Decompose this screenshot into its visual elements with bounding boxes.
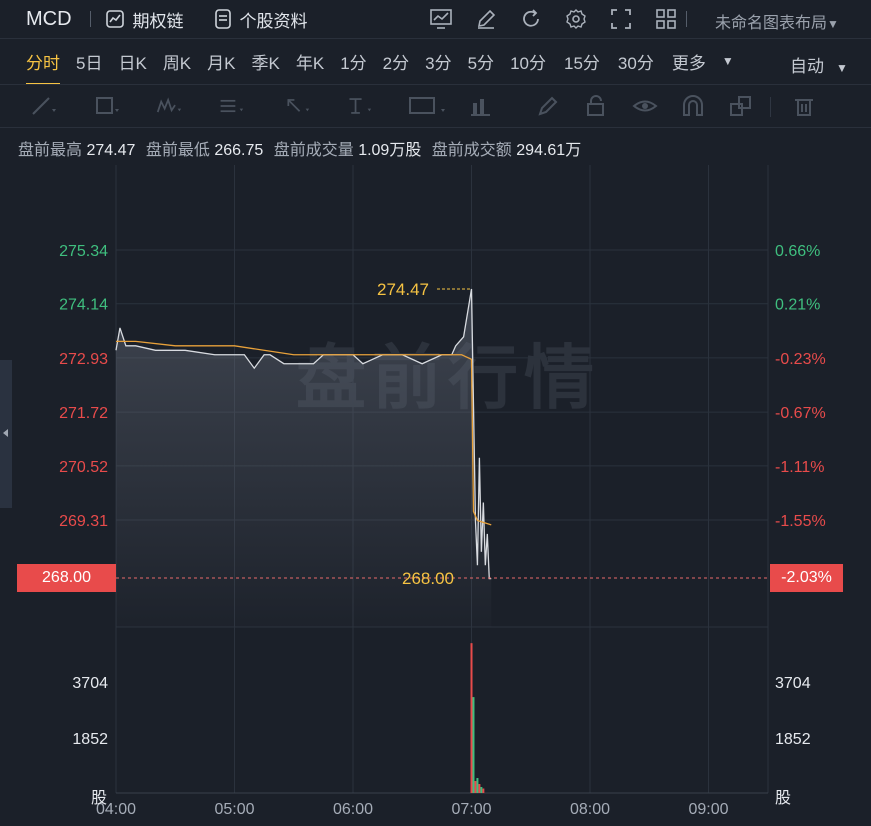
percent-axis-label: -1.55% — [775, 513, 826, 530]
volume-bar — [474, 781, 477, 793]
last-marker: 268.00 — [402, 569, 454, 588]
volume-axis-label: 3704 — [775, 675, 811, 692]
volume-unit-left: 股 — [91, 790, 108, 807]
price-axis-label: 275.34 — [59, 243, 108, 260]
percent-axis-label: 0.66% — [775, 243, 820, 260]
percent-axis-label: -1.11% — [775, 459, 825, 476]
percent-axis-label: -0.67% — [775, 405, 826, 422]
time-axis-label: 07:00 — [451, 801, 491, 818]
price-chart[interactable]: 275.34 274.14 272.93 271.72 270.52 269.31 0.66… — [0, 0, 871, 826]
percent-axis-label: -0.23% — [775, 351, 826, 368]
price-axis-label: 270.52 — [59, 459, 108, 476]
volume-bar — [476, 778, 479, 793]
volume-unit-right: 股 — [775, 790, 792, 807]
price-axis-label: 269.31 — [59, 513, 108, 530]
time-axis-label: 09:00 — [688, 801, 728, 818]
volume-bar — [480, 787, 483, 793]
price-axis-label: 272.93 — [59, 351, 108, 368]
volume-axis-label: 3704 — [72, 675, 108, 692]
percent-axis-label: 0.21% — [775, 297, 820, 314]
volume-axis-label: 1852 — [72, 731, 108, 748]
volume-axis-label: 1852 — [775, 731, 811, 748]
time-axis-label: 06:00 — [333, 801, 373, 818]
current-price-tag: 268.00 — [17, 564, 116, 592]
volume-bar — [470, 643, 473, 793]
time-axis-label: 05:00 — [214, 801, 254, 818]
volume-bar — [482, 788, 485, 793]
high-marker: 274.47 — [377, 280, 429, 299]
price-axis-label: 271.72 — [59, 405, 108, 422]
time-axis-label: 08:00 — [570, 801, 610, 818]
price-axis-label: 274.14 — [59, 297, 108, 314]
volume-bar — [472, 697, 475, 793]
volume-bar — [478, 784, 481, 793]
current-pct-tag: -2.03% — [770, 564, 843, 592]
